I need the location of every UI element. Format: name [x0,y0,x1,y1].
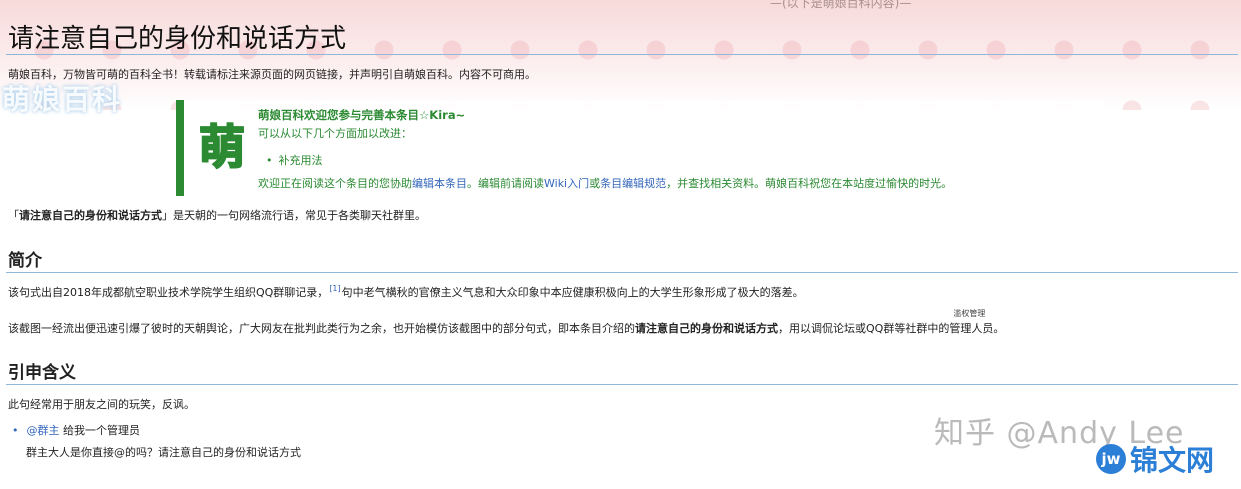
example-text: 给我一个管理员 [59,424,140,437]
brand-logo-icon: jw [1096,444,1126,474]
example-reply: 群主大人是你直接@的吗？请注意自己的身份和说话方式 [26,446,301,459]
citation-ref-1[interactable]: [1] [329,284,340,293]
editing-guide-link[interactable]: 条目编辑规范 [600,177,666,190]
section-heading-intro: 简介 [8,251,42,271]
section1-paragraph-2: 该截图一经流出便迅速引爆了彼时的天朝舆论，广大网友在批判此类行为之余，也开始模仿… [8,309,1005,336]
section1-paragraph-1: 该句式出自2018年成都航空职业技术学院学生组织QQ群聊记录，[1]句中老气横秋… [8,284,804,300]
para-text: 。 [993,322,1005,335]
top-cut-text: —(以下是萌娘百科内容)— [770,0,912,10]
notice-foot-text: ，并查找相关资料。萌娘百科祝您在本站度过愉快的时光。 [666,177,953,190]
improvement-notice-box: 萌 萌娘百科欢迎您参与完善本条目☆Kira~ 可以从以下几个方面加以改进： 补充… [176,100,1104,196]
notice-line: 可以从以下几个方面加以改进： [258,127,412,140]
para-bold-phrase: 请注意自己的身份和说话方式 [635,322,778,335]
notice-bullet-item: 补充用法 [258,150,1098,172]
brand-name: 锦文网 [1130,444,1215,477]
section-divider [6,272,1238,273]
site-notice: 萌娘百科，万物皆可萌的百科全书！转载请标注来源页面的网页链接，并声明引自萌娘百科… [8,68,536,81]
para-text: 句中老气横秋的官僚主义气息和大众印象中本应健康积极向上的大学生形象形成了极大的落… [341,286,804,299]
para-text: 该句式出自2018年成都航空职业技术学院学生组织QQ群聊记录， [8,286,329,299]
page-title: 请注意自己的身份和说话方式 [8,24,347,54]
title-divider [6,54,1238,55]
example-list-item: @群主 给我一个管理员 [12,422,141,438]
ruby-top-text: 滥权管理 [953,309,986,318]
notice-foot-text: 或 [589,177,601,190]
intro-text: 」是天朝的一句网络流行语，常见于各类聊天社群里。 [162,209,426,222]
notice-heading: 萌娘百科欢迎您参与完善本条目☆Kira~ [258,108,466,122]
section2-paragraph: 此句经常用于朋友之间的玩笑，反讽。 [8,398,195,411]
wiki-intro-link[interactable]: Wiki入门 [544,177,589,190]
edit-entry-link[interactable]: 编辑本条目 [412,177,467,190]
moe-logo-icon: 萌 [198,119,246,175]
para-text: 该截图一经流出便迅速引爆了彼时的天朝舆论，广大网友在批判此类行为之余，也开始模仿… [8,322,635,335]
group-owner-mention-link[interactable]: @群主 [27,424,60,437]
ruby-base-text: 管理人员 [949,322,994,335]
ruby-annotation: 滥权管理 管理人员 [949,309,994,336]
intro-bracket: 「 [8,209,19,222]
notice-footer: 欢迎正在阅读这个条目的您协助编辑本条目。编辑前请阅读Wiki入门或条目编辑规范，… [258,173,1098,195]
banner-pattern [0,0,1241,110]
notice-foot-text: 。编辑前请阅读 [467,177,544,190]
brand-watermark: jw 锦文网 [1096,438,1214,480]
intro-paragraph: 「请注意自己的身份和说话方式」是天朝的一句网络流行语，常见于各类聊天社群里。 [8,207,426,223]
notice-foot-text: 欢迎正在阅读这个条目的您协助 [258,177,412,190]
notice-body: 萌娘百科欢迎您参与完善本条目☆Kira~ 可以从以下几个方面加以改进： 补充用法… [258,106,1098,195]
section-heading-meaning: 引申含义 [8,363,76,383]
intro-bold-phrase: 请注意自己的身份和说话方式 [19,209,162,222]
section-divider [6,384,1238,385]
site-logo-word[interactable]: 萌娘百科 [2,78,122,118]
para-text: ，用以调侃论坛或QQ群等社群中的 [778,322,950,335]
